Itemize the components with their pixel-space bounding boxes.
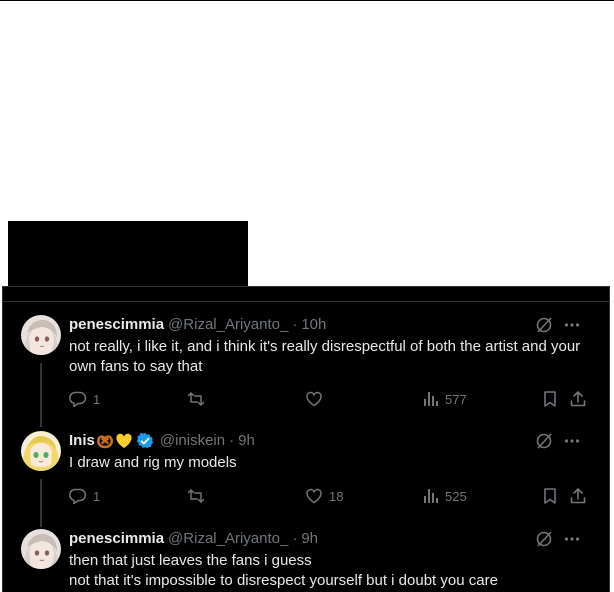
thread-connector-line [40, 363, 42, 427]
reply-icon [69, 390, 87, 408]
user-handle[interactable]: @Rizal_Ariyanto_ [168, 315, 288, 335]
timestamp[interactable]: 9h [301, 529, 318, 549]
more-icon[interactable] [563, 432, 581, 450]
views-button[interactable]: 577 [423, 389, 467, 409]
reply-icon [69, 487, 87, 505]
display-name[interactable]: penescimmia [69, 529, 164, 549]
reply-button[interactable]: 1 [69, 389, 100, 409]
tweet-header: Inis @iniskein · 9h [69, 431, 255, 451]
like-count: 18 [329, 488, 344, 504]
tweet-top-icons [535, 431, 581, 451]
views-button[interactable]: 525 [423, 486, 467, 506]
bookmark-button[interactable] [541, 486, 559, 506]
separator-dot: · [229, 432, 235, 449]
display-name[interactable]: penescimmia [69, 315, 164, 335]
tweet-header: penescimmia @Rizal_Ariyanto_ · 10h [69, 315, 326, 335]
conversation-panel: penescimmia @Rizal_Ariyanto_ · 10h not r… [2, 286, 610, 592]
bookmark-icon [541, 487, 559, 505]
more-icon[interactable] [563, 316, 581, 334]
like-icon [305, 487, 323, 505]
timestamp[interactable]: 10h [301, 315, 326, 335]
tweet-text: not really, i like it, and i think it's … [69, 338, 581, 375]
grok-icon[interactable] [535, 316, 553, 334]
timestamp[interactable]: 9h [238, 431, 255, 451]
separator-dot: · [292, 530, 298, 547]
views-icon [423, 390, 439, 408]
repost-icon [187, 487, 205, 505]
share-icon [569, 487, 587, 505]
like-icon [305, 390, 323, 408]
separator-dot: · [292, 316, 298, 333]
tweet-header: penescimmia @Rizal_Ariyanto_ · 9h [69, 529, 318, 549]
page-canvas: penescimmia @Rizal_Ariyanto_ · 10h not r… [0, 0, 614, 592]
share-button[interactable] [569, 389, 587, 409]
user-handle[interactable]: @Rizal_Ariyanto_ [168, 529, 288, 549]
views-icon [423, 487, 439, 505]
more-icon[interactable] [563, 530, 581, 548]
tweet-actions: 1 18 525 [69, 486, 591, 506]
user-handle[interactable]: @iniskein [160, 431, 225, 451]
avatar[interactable] [21, 529, 61, 569]
reply-count: 1 [93, 391, 101, 407]
views-count: 577 [445, 391, 467, 407]
repost-button[interactable] [187, 486, 205, 506]
redaction-block [8, 221, 248, 287]
bookmark-button[interactable] [541, 389, 559, 409]
thread-connector-line [40, 479, 42, 527]
reply-count: 1 [93, 488, 101, 504]
share-button[interactable] [569, 486, 587, 506]
display-name[interactable]: Inis [69, 431, 95, 451]
tweet-top-icons [535, 315, 581, 335]
bookmark-icon [541, 390, 559, 408]
tweet-text: then that just leaves the fans i guess n… [69, 552, 498, 589]
tweet-actions: 1 577 [69, 389, 591, 409]
reply-button[interactable]: 1 [69, 486, 100, 506]
avatar[interactable] [21, 315, 61, 355]
avatar[interactable] [21, 431, 61, 471]
verified-badge-icon[interactable] [136, 432, 154, 450]
panel-divider [3, 301, 609, 302]
repost-button[interactable] [187, 389, 205, 409]
like-button[interactable]: 18 [305, 486, 343, 506]
pretzel-emoji [96, 432, 114, 450]
share-icon [569, 390, 587, 408]
repost-icon [187, 390, 205, 408]
grok-icon[interactable] [535, 432, 553, 450]
views-count: 525 [445, 488, 467, 504]
tweet-top-icons [535, 529, 581, 549]
tweet-text: I draw and rig my models [69, 454, 237, 471]
like-button[interactable] [305, 389, 329, 409]
yellow-heart-emoji [115, 432, 133, 450]
grok-icon[interactable] [535, 530, 553, 548]
top-border-line [0, 0, 614, 1]
